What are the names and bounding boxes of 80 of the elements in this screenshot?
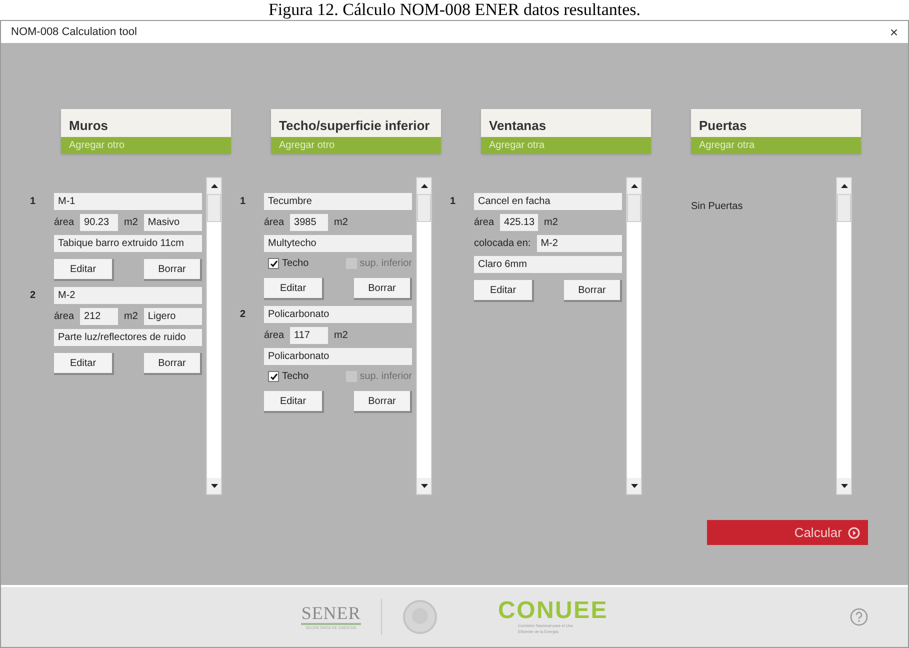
window-title: NOM-008 Calculation tool [11,24,137,40]
placement-field[interactable]: M-2 [536,235,622,252]
field-label: área [474,216,494,230]
help-icon[interactable] [850,608,868,626]
seal-icon [402,599,438,635]
edit-button[interactable]: Editar [264,391,324,413]
area-field[interactable]: 425.13 [500,214,538,231]
item-number: 1 [29,195,37,209]
area-field[interactable]: 90.23 [80,214,118,231]
unit-label: m2 [124,216,138,230]
name-field[interactable]: M-2 [54,287,202,304]
unit-label: m2 [334,216,348,230]
section-title: Puertas [699,116,747,134]
edit-button[interactable]: Editar [54,259,114,281]
check-icon [270,260,278,268]
type-field[interactable]: Ligero [144,308,202,325]
scroll-thumb[interactable] [417,194,431,222]
description-field[interactable]: Parte luz/reflectores de ruido [54,329,202,346]
scrollbar[interactable] [416,177,432,495]
scrollbar[interactable] [836,177,852,495]
delete-button[interactable]: Borrar [144,259,202,281]
area-field[interactable]: 3985 [290,214,328,231]
check-icon [270,372,278,380]
checkbox-label: Techo [282,257,309,271]
down-arrow-icon [420,484,428,488]
material-field[interactable]: Policarbonato [264,348,412,365]
area-field[interactable]: 212 [80,308,118,325]
scrollbar[interactable] [206,177,222,495]
scroll-thumb[interactable] [837,194,851,222]
section-title: Techo/superficie inferior [279,116,430,135]
type-field[interactable]: Masivo [144,214,202,231]
calculate-button[interactable]: Calcular [707,520,868,545]
document-caption: Figura 12. Cálculo NOM-008 ENER datos resultantes. [267,0,642,20]
edit-button[interactable]: Editar [264,278,324,300]
description-field[interactable]: Tabique barro extruido 11cm [54,235,202,252]
section-title: Ventanas [489,116,546,134]
delete-button[interactable]: Borrar [144,353,202,375]
name-field[interactable]: M-1 [54,193,202,210]
field-label: área [264,329,284,343]
item-number: 1 [239,195,247,209]
up-arrow-icon [840,184,848,188]
area-field[interactable]: 117 [290,327,328,344]
up-arrow-icon [420,184,428,188]
checkbox-label: Techo [282,370,309,384]
delete-button[interactable]: Borrar [354,278,412,300]
down-arrow-icon [210,484,218,488]
scrollbar[interactable] [626,177,642,495]
checkbox-label: sup. inferior [360,257,412,271]
name-field[interactable]: Cancel en facha [474,193,622,210]
item-number: 2 [239,308,247,322]
empty-message: Sin Puertas [691,201,743,212]
delete-button[interactable]: Borrar [354,391,412,413]
close-button[interactable]: × [890,25,898,39]
up-arrow-icon [210,184,218,188]
unit-label: m2 [544,216,558,230]
field-label: área [264,216,284,230]
material-field[interactable]: Multytecho [264,235,412,252]
glass-field[interactable]: Claro 6mm [474,256,622,273]
edit-button[interactable]: Editar [474,280,534,302]
name-field[interactable]: Policarbonato [264,306,412,323]
unit-label: m2 [124,310,138,324]
checkbox[interactable] [268,258,279,269]
scroll-thumb[interactable] [207,194,221,222]
name-field[interactable]: Tecumbre [264,193,412,210]
section-title: Muros [69,116,108,134]
item-number: 1 [449,195,457,209]
checkbox-label: sup. inferior [360,370,412,384]
field-label: área [54,216,74,230]
item-number: 2 [29,289,37,303]
edit-button[interactable]: Editar [54,353,114,375]
play-circle-icon [848,526,860,538]
delete-button[interactable]: Borrar [564,280,622,302]
field-label: área [54,310,74,324]
unit-label: m2 [334,329,348,343]
checkbox[interactable] [268,371,279,382]
down-arrow-icon [840,484,848,488]
scroll-thumb[interactable] [627,194,641,222]
field-label: colocada en: [474,237,531,251]
down-arrow-icon [630,484,638,488]
up-arrow-icon [630,184,638,188]
